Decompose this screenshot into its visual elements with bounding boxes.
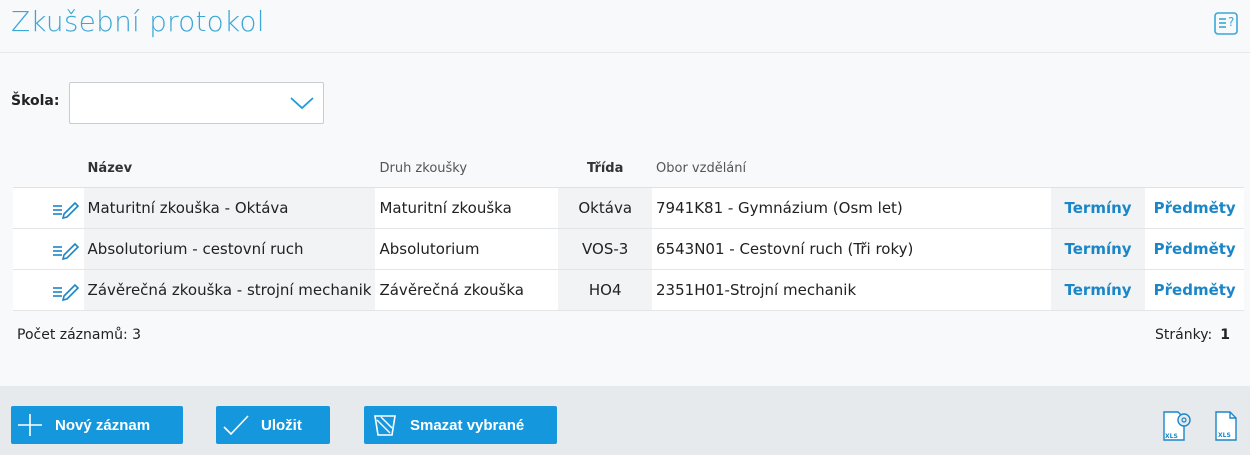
- subjects-cell: Předměty: [1145, 228, 1244, 270]
- subjects-cell: Předměty: [1145, 269, 1244, 311]
- edit-cell[interactable]: [13, 269, 84, 311]
- cell-name: Maturitní zkouška - Oktáva: [83, 187, 376, 229]
- header-terms: [1050, 149, 1146, 188]
- cell-field: 6543N01 - Cestovní ruch (Tři roky): [652, 228, 1051, 270]
- terms-cell: Termíny: [1050, 269, 1146, 311]
- save-button[interactable]: Uložit: [216, 406, 330, 444]
- header-subjects: [1145, 149, 1244, 188]
- cell-type: Závěrečná zkouška: [375, 269, 559, 311]
- school-select[interactable]: [69, 82, 324, 124]
- record-count: Počet záznamů: 3: [17, 327, 142, 343]
- plus-icon: [18, 414, 42, 436]
- xls-export-settings-icon[interactable]: XLS: [1160, 410, 1194, 442]
- cell-type: Maturitní zkouška: [375, 187, 559, 229]
- cell-name: Závěrečná zkouška - strojní mechanik: [83, 269, 376, 311]
- header-name[interactable]: Název: [83, 149, 376, 188]
- cell-class: HO4: [558, 269, 653, 311]
- edit-pencil-icon[interactable]: [50, 279, 80, 301]
- edit-pencil-icon[interactable]: [50, 197, 80, 219]
- terms-cell: Termíny: [1050, 187, 1146, 229]
- svg-text:XLS: XLS: [1165, 433, 1178, 440]
- help-document-icon[interactable]: ?: [1212, 9, 1240, 37]
- delete-selected-label: Smazat vybrané: [410, 417, 525, 434]
- chevron-down-icon: [290, 97, 314, 110]
- table-row[interactable]: Závěrečná zkouška - strojní mechanik Záv…: [13, 269, 1244, 311]
- cell-field: 2351H01-Strojní mechanik: [652, 269, 1051, 311]
- terms-link[interactable]: Termíny: [1065, 281, 1132, 299]
- table-row[interactable]: Maturitní zkouška - Oktáva Maturitní zko…: [13, 187, 1244, 229]
- new-record-button[interactable]: Nový záznam: [11, 406, 183, 444]
- xls-export-icon[interactable]: XLS: [1210, 410, 1244, 442]
- pagination: Stránky: 1: [1155, 327, 1230, 343]
- page-header: Zkušební protokol ?: [0, 0, 1250, 53]
- save-label: Uložit: [261, 417, 302, 434]
- subjects-link[interactable]: Předměty: [1154, 240, 1236, 258]
- header-field[interactable]: Obor vzdělání: [652, 149, 1051, 188]
- pages-label: Stránky:: [1155, 327, 1213, 343]
- header-class[interactable]: Třída: [558, 149, 653, 188]
- exam-table: Název Druh zkoušky Třída Obor vzdělání M…: [13, 149, 1244, 311]
- edit-cell[interactable]: [13, 228, 84, 270]
- subjects-cell: Předměty: [1145, 187, 1244, 229]
- subjects-link[interactable]: Předměty: [1154, 281, 1236, 299]
- cell-field: 7941K81 - Gymnázium (Osm let): [652, 187, 1051, 229]
- edit-pencil-icon[interactable]: [50, 238, 80, 260]
- header-edit: [13, 149, 84, 188]
- subjects-link[interactable]: Předměty: [1154, 199, 1236, 217]
- delete-selected-button[interactable]: Smazat vybrané: [364, 406, 557, 444]
- cell-type: Absolutorium: [375, 228, 559, 270]
- edit-cell[interactable]: [13, 187, 84, 229]
- checkmark-icon: [223, 415, 249, 436]
- trash-icon: [374, 415, 396, 436]
- school-label: Škola:: [11, 93, 60, 109]
- table-header-row: Název Druh zkoušky Třída Obor vzdělání: [13, 149, 1244, 188]
- svg-text:XLS: XLS: [1218, 432, 1231, 439]
- new-record-label: Nový záznam: [55, 417, 151, 434]
- terms-link[interactable]: Termíny: [1065, 199, 1132, 217]
- page-number[interactable]: 1: [1220, 327, 1230, 343]
- cell-name: Absolutorium - cestovní ruch: [83, 228, 376, 270]
- header-type[interactable]: Druh zkoušky: [375, 149, 559, 188]
- page-title: Zkušební protokol: [11, 5, 265, 38]
- cell-class: Oktáva: [558, 187, 653, 229]
- table-row[interactable]: Absolutorium - cestovní ruch Absolutoriu…: [13, 228, 1244, 270]
- cell-class: VOS-3: [558, 228, 653, 270]
- terms-cell: Termíny: [1050, 228, 1146, 270]
- terms-link[interactable]: Termíny: [1065, 240, 1132, 258]
- footer-toolbar: Nový záznam Uložit Smazat vybrané XLS XL…: [0, 386, 1250, 455]
- svg-text:?: ?: [1228, 15, 1234, 29]
